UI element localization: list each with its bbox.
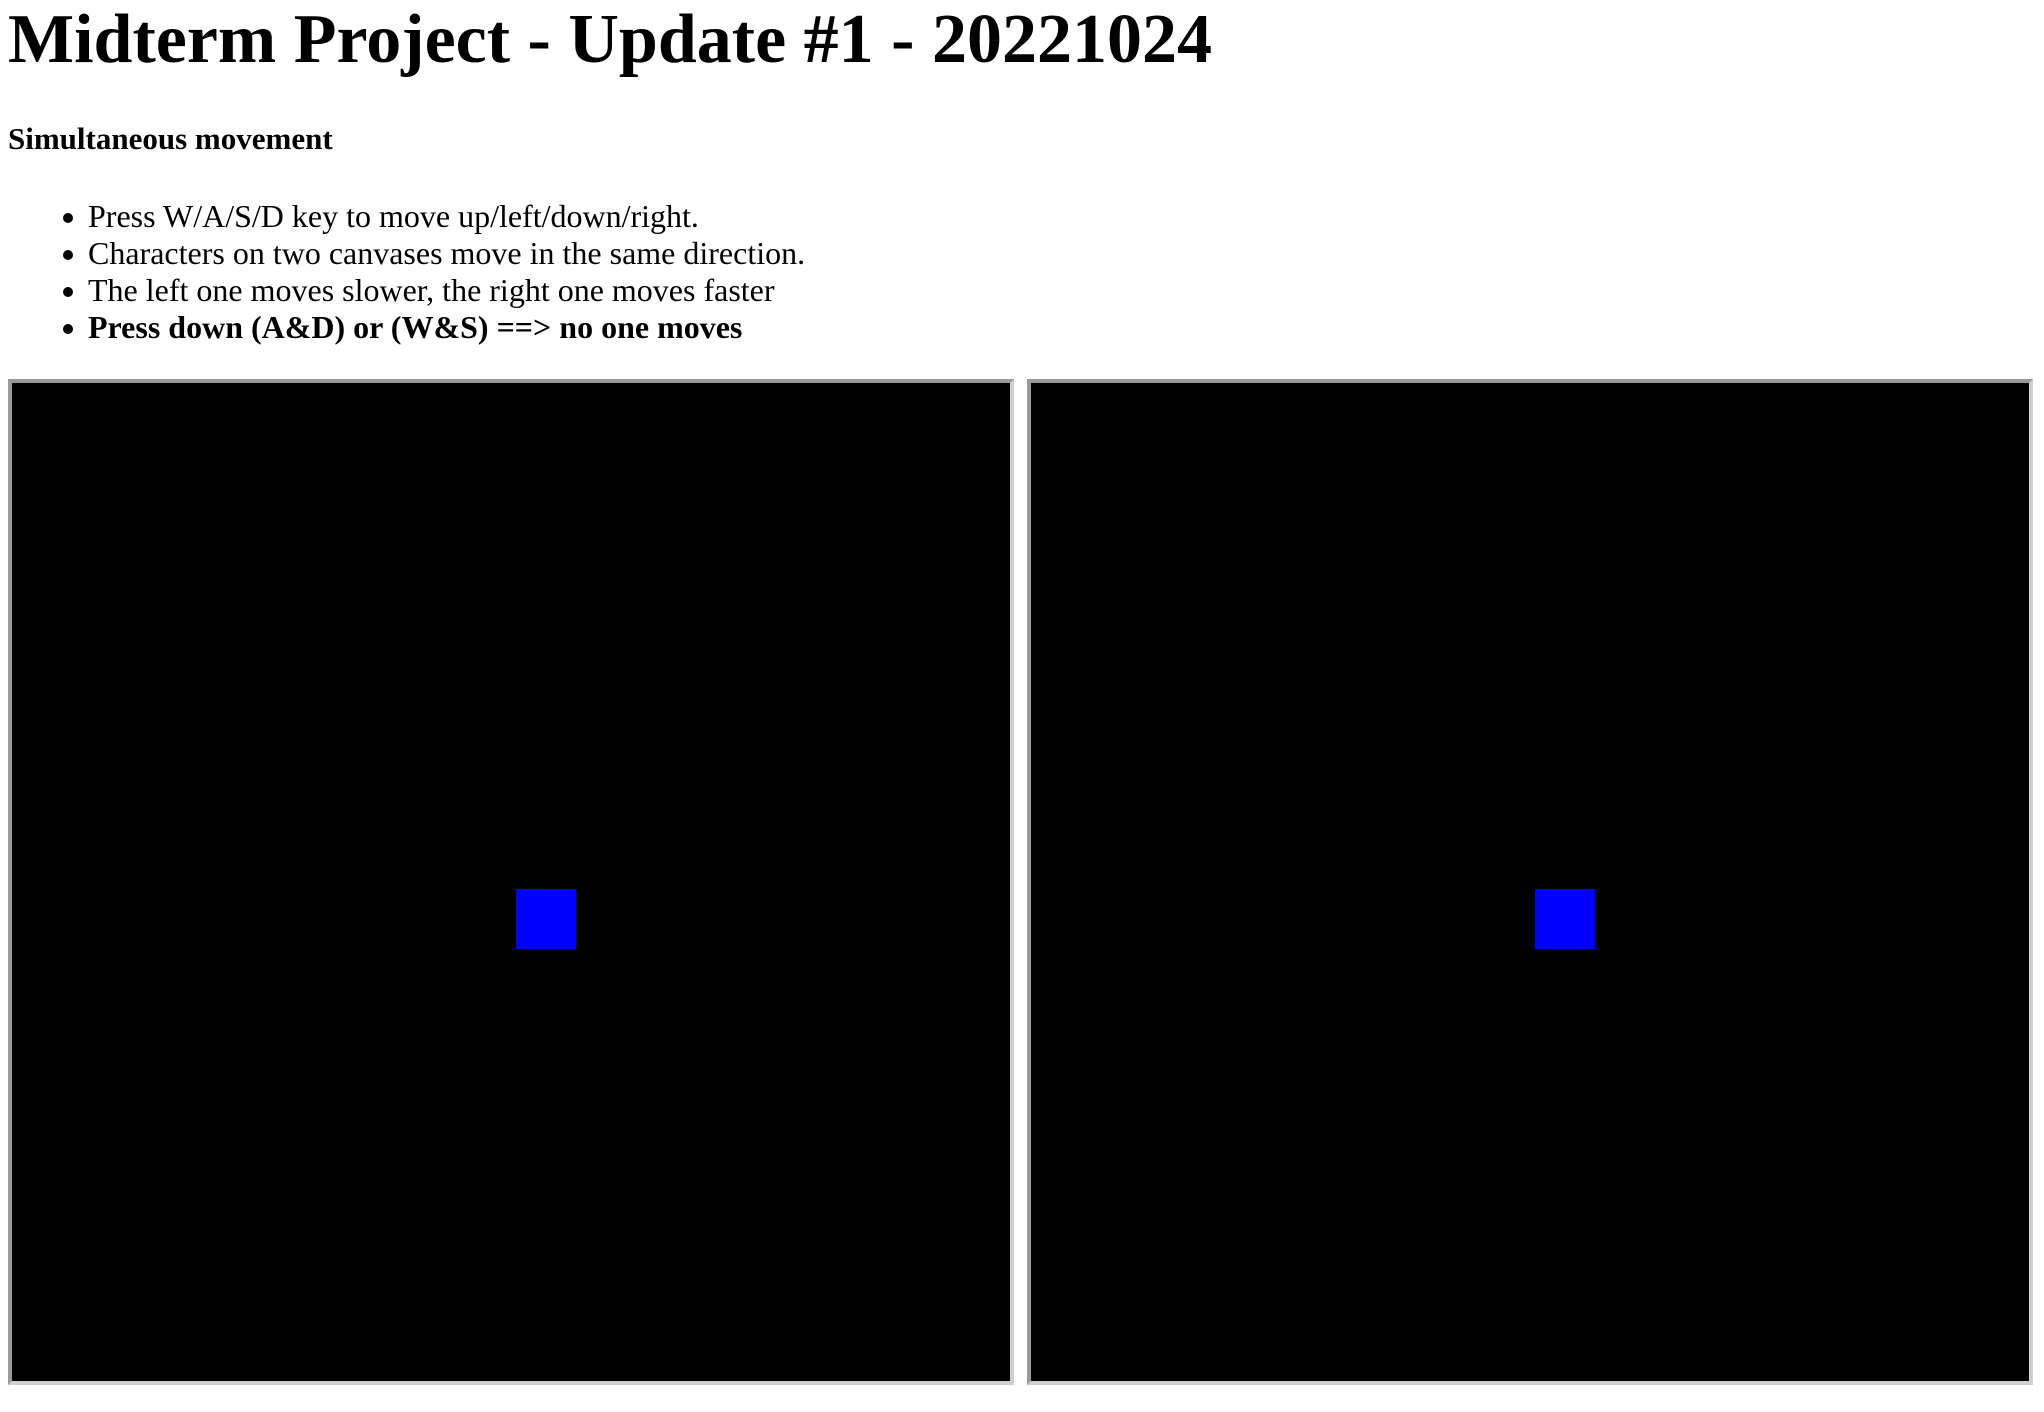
instructions-list: Press W/A/S/D key to move up/left/down/r… — [0, 198, 805, 346]
left-game-canvas[interactable] — [8, 379, 1014, 1385]
instruction-item: Characters on two canvases move in the s… — [62, 235, 806, 271]
instruction-item-bold: Press down (A&D) or (W&S) ==> no one mov… — [62, 309, 805, 346]
section-title: Simultaneous movement — [8, 121, 333, 156]
page-title: Midterm Project - Update #1 - 20221024 — [8, 1, 1212, 78]
right-player-square — [1535, 889, 1595, 949]
left-player-square — [516, 889, 576, 949]
instruction-item: Press W/A/S/D key to move up/left/down/r… — [62, 198, 805, 235]
right-game-canvas[interactable] — [1027, 379, 2033, 1385]
instruction-item: The left one moves slower, the right one… — [62, 272, 805, 309]
